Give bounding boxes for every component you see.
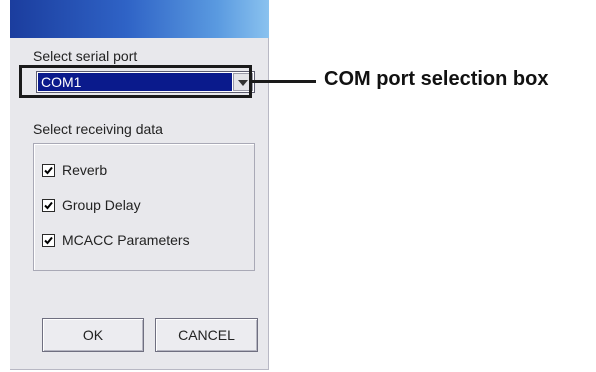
ok-button[interactable]: OK	[42, 318, 144, 352]
group-delay-checkbox[interactable]	[42, 198, 55, 212]
mcacc-parameters-option[interactable]: MCACC Parameters	[42, 231, 190, 249]
reverb-checkbox[interactable]	[42, 163, 55, 177]
cancel-button[interactable]: CANCEL	[155, 318, 258, 352]
check-icon	[44, 166, 53, 174]
callout-line	[252, 80, 316, 83]
callout-label: COM port selection box	[324, 68, 549, 90]
group-delay-label: Group Delay	[62, 197, 141, 213]
select-receiving-data-label: Select receiving data	[33, 121, 163, 137]
title-bar[interactable]	[10, 0, 269, 38]
group-delay-option[interactable]: Group Delay	[42, 196, 141, 214]
reverb-option[interactable]: Reverb	[42, 161, 107, 179]
mcacc-parameters-label: MCACC Parameters	[62, 232, 190, 248]
select-serial-port-label: Select serial port	[33, 48, 138, 64]
reverb-label: Reverb	[62, 162, 108, 178]
mcacc-parameters-checkbox[interactable]	[42, 233, 55, 247]
check-icon	[44, 236, 53, 244]
check-icon	[44, 201, 53, 209]
callout-highlight-box	[19, 65, 252, 98]
dialog-window: Select serial port COM1 Select receiving…	[10, 0, 269, 370]
